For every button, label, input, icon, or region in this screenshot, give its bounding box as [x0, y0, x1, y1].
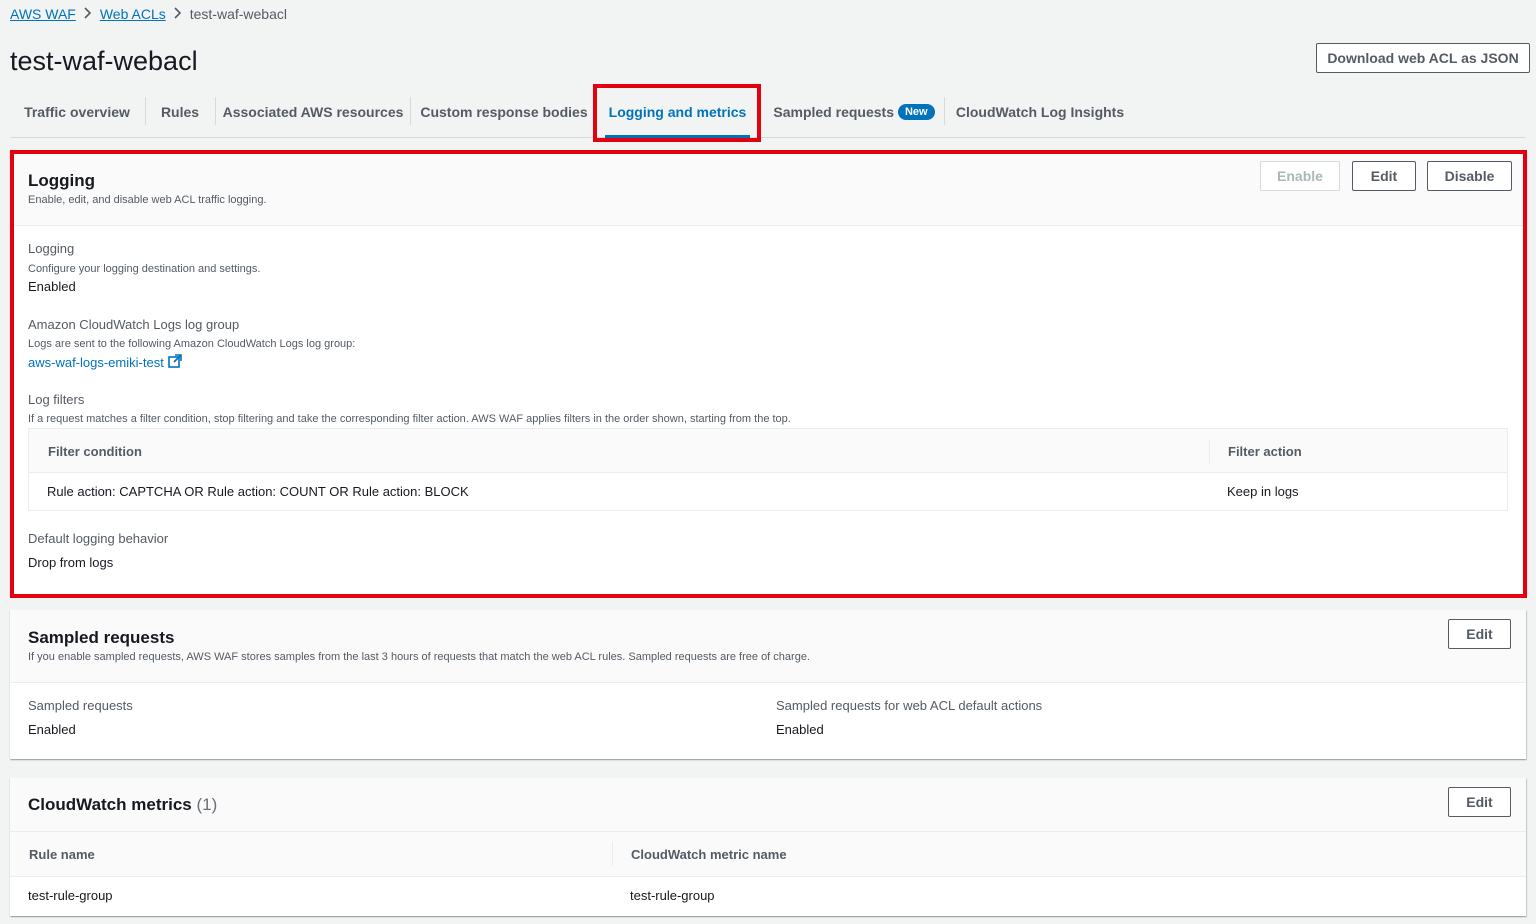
tab-cloudwatch-log-insights[interactable]: CloudWatch Log Insights: [945, 86, 1135, 138]
column-divider: [1209, 439, 1210, 463]
column-header-metric-name[interactable]: CloudWatch metric name: [631, 832, 787, 877]
log-filters-description: If a request matches a filter condition,…: [28, 413, 791, 425]
log-group-link-text: aws-waf-logs-emiki-test: [28, 355, 164, 370]
column-header-filter-condition[interactable]: Filter condition: [48, 429, 142, 473]
logging-description: Configure your logging destination and s…: [28, 263, 261, 275]
sampled-requests-title: Sampled requests: [28, 628, 175, 647]
default-actions-value: Enabled: [776, 722, 824, 737]
edit-sampled-requests-button[interactable]: Edit: [1448, 619, 1511, 649]
logging-panel-description: Enable, edit, and disable web ACL traffi…: [28, 194, 267, 206]
column-header-filter-action[interactable]: Filter action: [1228, 429, 1302, 473]
external-link-icon: [168, 354, 182, 371]
column-divider: [612, 842, 613, 866]
cloudwatch-metrics-panel: CloudWatch metrics (1) Edit Rule name Cl…: [10, 778, 1526, 916]
cloudwatch-metrics-title: CloudWatch metrics (1): [28, 795, 217, 815]
metrics-table-header: Rule name CloudWatch metric name: [10, 832, 1526, 877]
breadcrumb: AWS WAF Web ACLs test-waf-webacl: [10, 6, 287, 22]
chevron-right-icon: [174, 6, 182, 22]
sampled-requests-panel: Sampled requests If you enable sampled r…: [10, 610, 1526, 759]
sampled-requests-label: Sampled requests: [28, 698, 133, 713]
tab-associated-resources[interactable]: Associated AWS resources: [216, 86, 410, 138]
tab-label: Rules: [160, 104, 200, 120]
cloudwatch-metrics-count: (1): [196, 795, 218, 814]
tab-label: Custom response bodies: [420, 104, 588, 120]
breadcrumb-aws-waf[interactable]: AWS WAF: [10, 6, 76, 22]
cloudwatch-metrics-panel-header: CloudWatch metrics (1) Edit: [10, 778, 1526, 832]
log-group-description: Logs are sent to the following Amazon Cl…: [28, 338, 356, 350]
logging-label: Logging: [28, 241, 75, 256]
metric-name-cell: test-rule-group: [630, 888, 715, 903]
breadcrumb-current: test-waf-webacl: [189, 6, 287, 22]
sampled-requests-description: If you enable sampled requests, AWS WAF …: [28, 651, 810, 663]
sampled-requests-value: Enabled: [28, 722, 76, 737]
default-behavior-value: Drop from logs: [28, 555, 114, 570]
filter-condition-cell: Rule action: CAPTCHA OR Rule action: COU…: [47, 484, 469, 499]
default-behavior-label: Default logging behavior: [28, 531, 169, 546]
download-json-button[interactable]: Download web ACL as JSON: [1316, 43, 1530, 73]
tab-traffic-overview[interactable]: Traffic overview: [10, 86, 144, 138]
tab-label: CloudWatch Log Insights: [955, 104, 1125, 120]
breadcrumb-web-acls[interactable]: Web ACLs: [100, 6, 166, 22]
page-title: test-waf-webacl: [10, 46, 198, 76]
column-header-rule-name[interactable]: Rule name: [29, 832, 95, 877]
tab-label: Traffic overview: [24, 104, 130, 120]
log-group-link[interactable]: aws-waf-logs-emiki-test: [28, 354, 182, 371]
log-filters-label: Log filters: [28, 392, 85, 407]
logging-panel-header: Logging Enable, edit, and disable web AC…: [10, 150, 1526, 226]
logging-panel-title: Logging: [28, 171, 96, 190]
rule-name-cell: test-rule-group: [28, 888, 113, 903]
new-badge: New: [897, 104, 935, 120]
logging-panel: Logging Enable, edit, and disable web AC…: [10, 150, 1526, 596]
enable-logging-button[interactable]: Enable: [1260, 161, 1340, 191]
disable-logging-button[interactable]: Disable: [1427, 161, 1512, 191]
logging-status: Enabled: [28, 279, 76, 294]
default-actions-label: Sampled requests for web ACL default act…: [776, 698, 1043, 713]
tab-logging-and-metrics[interactable]: Logging and metrics: [597, 86, 758, 138]
sampled-requests-panel-header: Sampled requests If you enable sampled r…: [10, 610, 1526, 683]
log-filters-table-header: Filter condition Filter action: [29, 429, 1507, 473]
tab-label: Sampled requests: [773, 104, 894, 120]
tab-bar: Traffic overview Rules Associated AWS re…: [10, 86, 1526, 138]
chevron-right-icon: [84, 6, 92, 22]
edit-logging-button[interactable]: Edit: [1352, 161, 1416, 191]
filter-action-cell: Keep in logs: [1227, 484, 1299, 499]
tab-label: Associated AWS resources: [222, 104, 404, 120]
tab-sampled-requests[interactable]: Sampled requests New: [766, 86, 942, 138]
tab-custom-response-bodies[interactable]: Custom response bodies: [411, 86, 597, 138]
log-group-label: Amazon CloudWatch Logs log group: [28, 317, 240, 332]
tab-label: Logging and metrics: [608, 104, 747, 120]
tab-rules[interactable]: Rules: [146, 86, 214, 138]
log-filters-table: Filter condition Filter action Rule acti…: [28, 428, 1508, 511]
cloudwatch-metrics-title-text: CloudWatch metrics: [28, 795, 192, 814]
edit-cloudwatch-metrics-button[interactable]: Edit: [1448, 787, 1511, 817]
